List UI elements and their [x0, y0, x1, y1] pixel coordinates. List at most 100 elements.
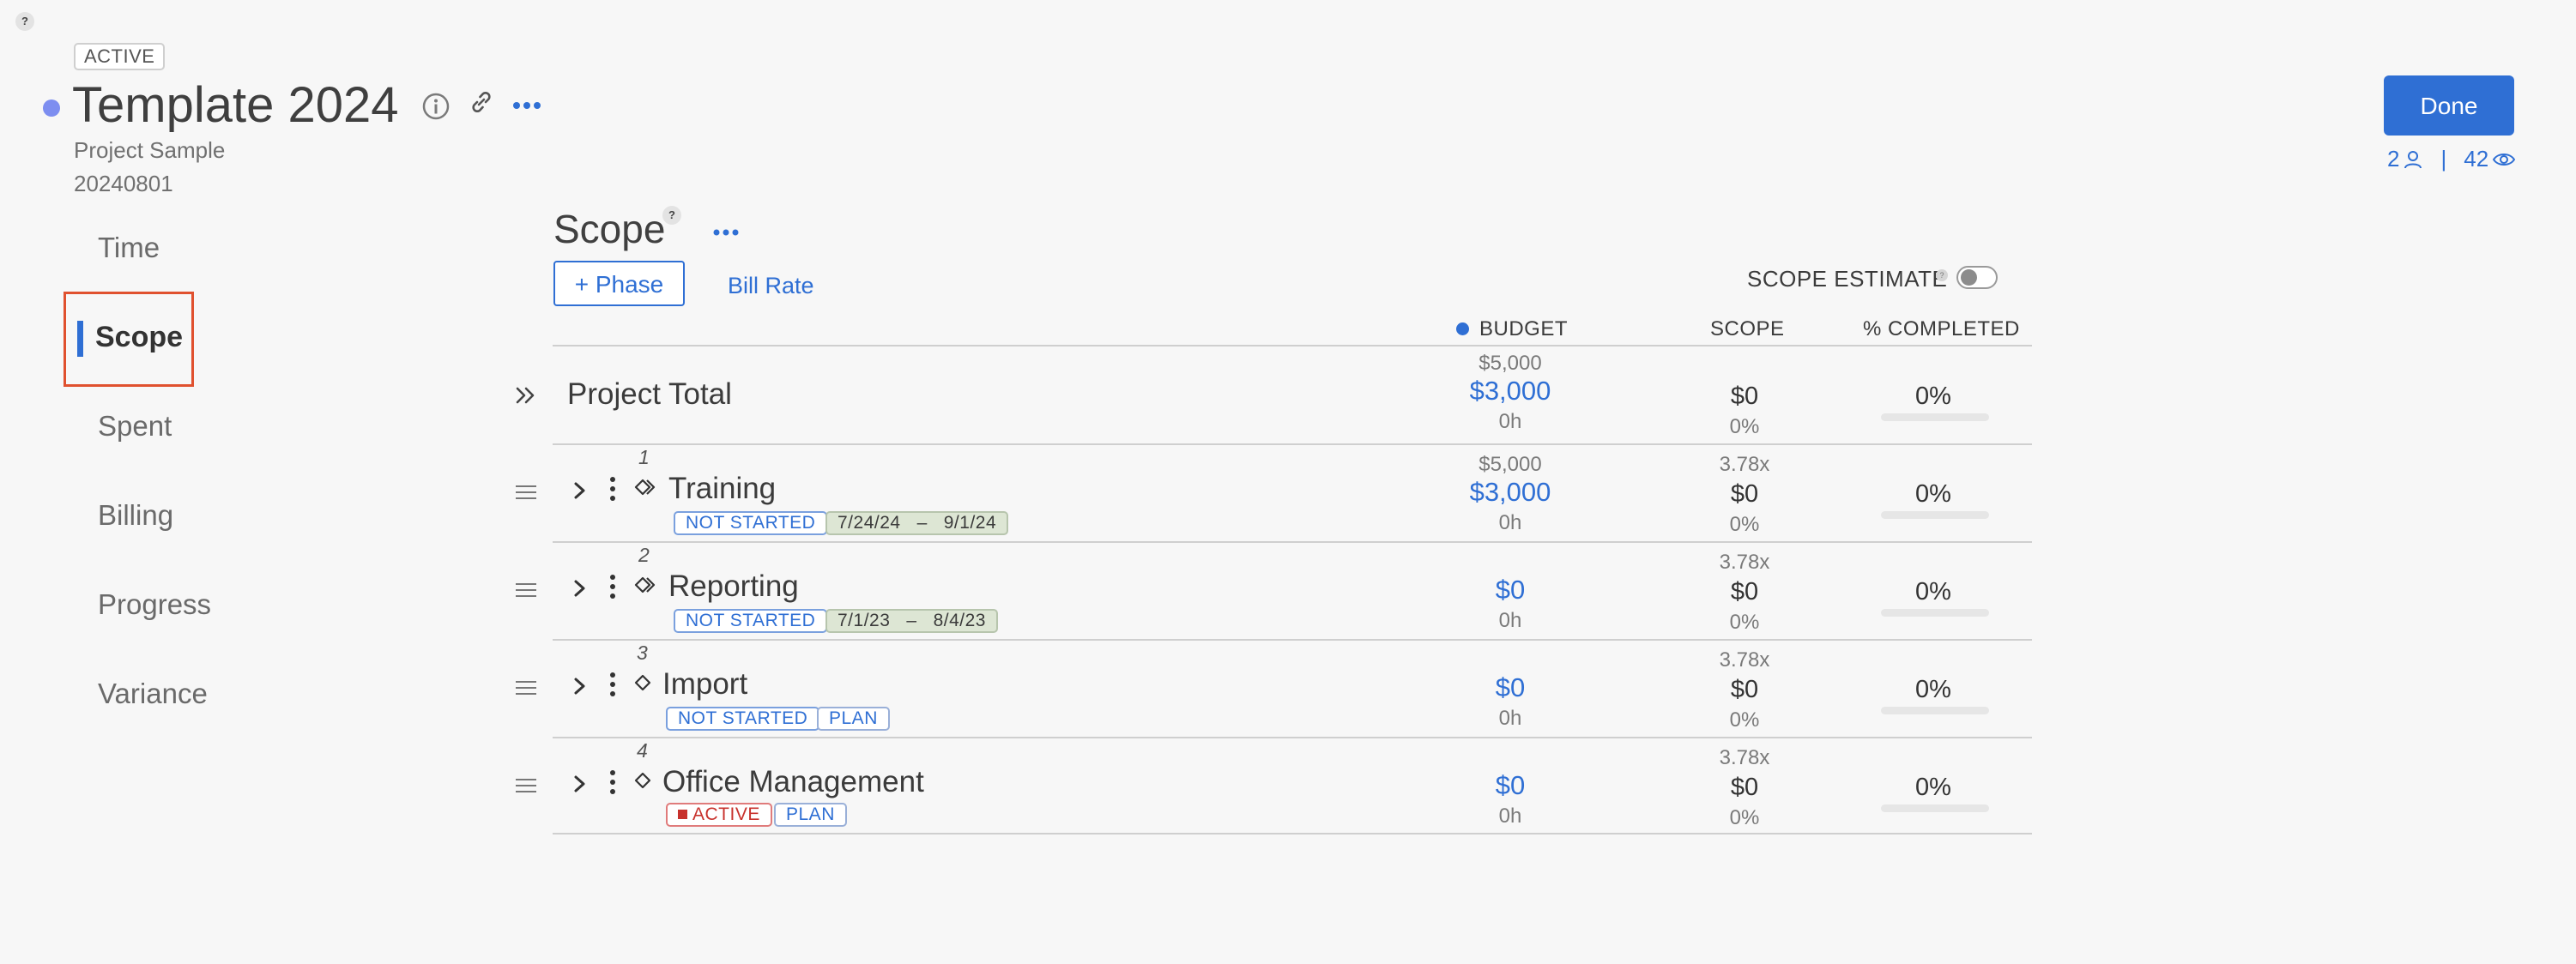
- nav-item-spent[interactable]: Spent: [98, 410, 172, 443]
- phase-scope-percent: 0%: [1729, 611, 1760, 634]
- scope-estimate-help-icon[interactable]: ?: [1936, 269, 1948, 281]
- row-divider: [553, 639, 2032, 641]
- phase-status-badge[interactable]: ACTIVE: [666, 803, 772, 827]
- phase-completed-percent: 0%: [1915, 578, 1951, 606]
- phase-budget-amount[interactable]: $0: [1424, 770, 1596, 801]
- drag-handle-icon[interactable]: [515, 777, 537, 794]
- phase-number: 2: [638, 544, 650, 566]
- nav-item-time[interactable]: Time: [98, 232, 160, 264]
- phase-scope-multiplier: 3.78x: [1719, 746, 1770, 769]
- project-total-label: Project Total: [567, 377, 732, 411]
- column-header-completed[interactable]: % COMPLETED: [1863, 317, 2020, 341]
- phase-menu-icon[interactable]: [604, 475, 621, 504]
- phase-budget-amount[interactable]: $3,000: [1424, 477, 1596, 508]
- scope-more-icon[interactable]: [711, 221, 741, 244]
- bill-rate-link[interactable]: Bill Rate: [728, 273, 814, 299]
- expand-all-icon[interactable]: [513, 383, 539, 408]
- phase-menu-icon[interactable]: [604, 573, 621, 602]
- nav-active-indicator: [77, 321, 83, 357]
- chevron-right-icon[interactable]: [570, 479, 590, 503]
- member-icon[interactable]: [2403, 149, 2423, 170]
- phase-budget-amount[interactable]: $0: [1424, 672, 1596, 703]
- phase-menu-icon[interactable]: [604, 671, 621, 700]
- row-divider: [553, 541, 2032, 543]
- phase-diamond-icon: [634, 576, 656, 593]
- viewers-count[interactable]: 42: [2464, 146, 2488, 172]
- phase-scope-amount: $0: [1730, 578, 1759, 606]
- info-icon[interactable]: [420, 91, 451, 122]
- phase-budget-amount[interactable]: $0: [1424, 575, 1596, 606]
- chevron-right-icon[interactable]: [570, 772, 590, 796]
- phase-status-badge[interactable]: NOT STARTED: [674, 609, 828, 633]
- phase-progress-bar: [1881, 804, 1989, 812]
- phase-number: 3: [637, 642, 648, 664]
- help-icon[interactable]: ?: [15, 12, 34, 31]
- phase-scope-multiplier: 3.78x: [1719, 648, 1770, 672]
- phase-plan-badge[interactable]: PLAN: [817, 707, 890, 731]
- drag-handle-icon[interactable]: [515, 484, 537, 501]
- phase-status-badge[interactable]: NOT STARTED: [674, 511, 828, 535]
- nav-item-progress[interactable]: Progress: [98, 588, 211, 621]
- chevron-right-icon[interactable]: [570, 674, 590, 698]
- phase-scope-amount: $0: [1730, 676, 1759, 703]
- scope-help-icon[interactable]: ?: [662, 206, 681, 225]
- drag-handle-icon[interactable]: [515, 679, 537, 696]
- phase-scope-amount: $0: [1730, 774, 1759, 801]
- row-divider: [553, 737, 2032, 738]
- phase-name[interactable]: Reporting: [668, 569, 799, 604]
- phase-date-range[interactable]: 7/24/24 – 9/1/24: [825, 511, 1009, 535]
- phase-scope-multiplier: 3.78x: [1719, 551, 1770, 574]
- phase-completed-percent: 0%: [1915, 480, 1951, 508]
- phase-name[interactable]: Training: [668, 472, 776, 506]
- phase-diamond-icon: [634, 479, 656, 496]
- drag-handle-icon[interactable]: [515, 581, 537, 599]
- column-header-scope[interactable]: SCOPE: [1710, 317, 1785, 341]
- column-header-budget[interactable]: BUDGET: [1479, 317, 1568, 341]
- link-icon[interactable]: [467, 87, 496, 117]
- phase-name[interactable]: Office Management: [662, 765, 924, 799]
- phase-budget-hours: 0h: [1498, 707, 1522, 730]
- phase-menu-icon[interactable]: [604, 768, 621, 798]
- members-count[interactable]: 2: [2387, 146, 2399, 172]
- section-title: Scope: [553, 207, 666, 251]
- phase-scope-percent: 0%: [1729, 806, 1760, 829]
- stats-separator: |: [2440, 146, 2447, 172]
- active-status-icon: [678, 810, 687, 819]
- phase-diamond-icon: [634, 674, 651, 691]
- add-phase-button[interactable]: + Phase: [553, 261, 685, 306]
- total-scope-percent: 0%: [1729, 415, 1760, 438]
- total-budget-fee: $5,000: [1478, 352, 1542, 375]
- total-budget-amount[interactable]: $3,000: [1424, 376, 1596, 407]
- phase-name[interactable]: Import: [662, 667, 747, 702]
- total-budget-hours: 0h: [1498, 410, 1522, 433]
- done-button[interactable]: Done: [2384, 75, 2514, 136]
- phase-plan-badge[interactable]: PLAN: [774, 803, 847, 827]
- phase-budget-hours: 0h: [1498, 804, 1522, 828]
- nav-item-variance[interactable]: Variance: [98, 678, 208, 710]
- phase-budget-fee: $5,000: [1478, 453, 1542, 476]
- project-stats: 2 | 42: [2387, 146, 2516, 172]
- row-divider: [553, 443, 2032, 445]
- nav-item-scope[interactable]: Scope: [95, 321, 183, 354]
- nav-item-billing[interactable]: Billing: [98, 499, 173, 532]
- chevron-right-icon[interactable]: [570, 576, 590, 600]
- phase-scope-amount: $0: [1730, 480, 1759, 508]
- phase-scope-multiplier: 3.78x: [1719, 453, 1770, 476]
- row-divider: [553, 833, 2032, 834]
- project-title: Template 2024: [72, 77, 399, 133]
- project-status-badge: ACTIVE: [74, 43, 166, 70]
- phase-status-badge[interactable]: NOT STARTED: [666, 707, 820, 731]
- total-progress-bar: [1881, 413, 1989, 421]
- more-options-icon[interactable]: [510, 93, 544, 118]
- phase-diamond-icon: [634, 772, 651, 789]
- phase-date-range[interactable]: 7/1/23 – 8/4/23: [825, 609, 998, 633]
- phase-budget-hours: 0h: [1498, 609, 1522, 632]
- scope-estimate-label: SCOPE ESTIMATE: [1747, 266, 1948, 292]
- scope-estimate-toggle[interactable]: [1956, 266, 1998, 289]
- eye-icon[interactable]: [2492, 150, 2516, 169]
- project-number: 20240801: [74, 171, 173, 196]
- phase-progress-bar: [1881, 511, 1989, 519]
- total-scope-amount: $0: [1730, 383, 1759, 410]
- phase-scope-percent: 0%: [1729, 513, 1760, 536]
- phase-progress-bar: [1881, 609, 1989, 617]
